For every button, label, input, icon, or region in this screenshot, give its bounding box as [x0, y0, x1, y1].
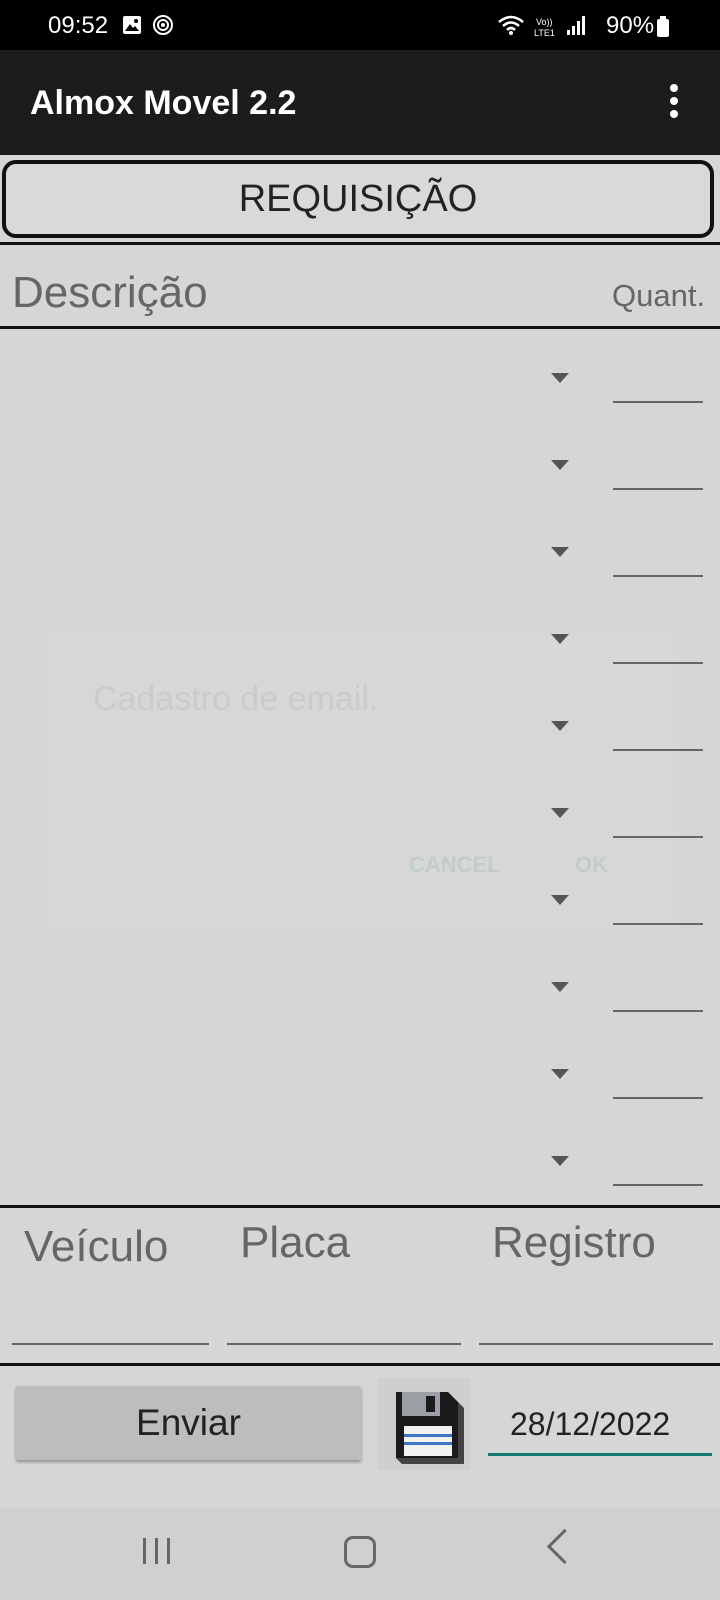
vehicle-label: Veículo — [24, 1222, 169, 1271]
dropdown-arrow-icon[interactable] — [551, 721, 569, 731]
item-select[interactable] — [12, 525, 532, 565]
item-row — [0, 853, 720, 939]
image-icon — [122, 14, 142, 42]
quantity-field[interactable] — [613, 1010, 703, 1012]
item-row — [0, 1027, 720, 1113]
registry-field[interactable] — [479, 1343, 713, 1345]
app-title: Almox Movel 2.2 — [30, 84, 297, 122]
description-header: Descrição — [12, 268, 208, 317]
quantity-field[interactable] — [613, 1097, 703, 1099]
dropdown-arrow-icon[interactable] — [551, 1069, 569, 1079]
signal-icon — [566, 14, 586, 43]
item-select[interactable] — [12, 699, 532, 739]
volte-icon: Vo)) LTE1 — [534, 16, 562, 45]
item-select[interactable] — [12, 351, 532, 391]
app-bar: Almox Movel 2.2 — [0, 50, 720, 155]
quantity-field[interactable] — [613, 749, 703, 751]
recent-apps-icon[interactable] — [143, 1538, 173, 1566]
more-vert-icon[interactable] — [662, 80, 686, 126]
item-row — [0, 505, 720, 591]
quantity-header: Quant. — [612, 278, 706, 313]
item-row — [0, 940, 720, 1026]
item-row — [0, 331, 720, 417]
dropdown-arrow-icon[interactable] — [551, 547, 569, 557]
quantity-field[interactable] — [613, 662, 703, 664]
date-underline — [488, 1453, 712, 1456]
quantity-field[interactable] — [613, 1184, 703, 1186]
dropdown-arrow-icon[interactable] — [551, 982, 569, 992]
date-field[interactable]: 28/12/2022 — [488, 1398, 712, 1456]
vehicle-field[interactable] — [12, 1343, 209, 1345]
quantity-field[interactable] — [613, 488, 703, 490]
item-row — [0, 679, 720, 765]
svg-text:LTE1: LTE1 — [534, 28, 555, 38]
divider — [0, 1363, 720, 1366]
plate-label: Placa — [240, 1218, 351, 1267]
dropdown-arrow-icon[interactable] — [551, 373, 569, 383]
item-row — [0, 592, 720, 678]
registry-label: Registro — [492, 1218, 656, 1267]
requisicao-button[interactable]: REQUISIÇÃO — [2, 160, 714, 238]
item-row — [0, 766, 720, 852]
divider — [0, 242, 720, 245]
dropdown-arrow-icon[interactable] — [551, 895, 569, 905]
quantity-field[interactable] — [613, 401, 703, 403]
battery-icon — [656, 16, 670, 45]
dropdown-arrow-icon[interactable] — [551, 808, 569, 818]
dropdown-arrow-icon[interactable] — [551, 634, 569, 644]
item-row — [0, 1114, 720, 1200]
item-select[interactable] — [12, 1134, 532, 1174]
target-icon — [152, 14, 174, 43]
wifi-icon — [496, 14, 526, 43]
item-row — [0, 418, 720, 504]
dropdown-arrow-icon[interactable] — [551, 460, 569, 470]
system-nav-bar — [0, 1508, 720, 1600]
divider — [0, 326, 720, 329]
home-icon[interactable] — [344, 1536, 376, 1568]
send-button[interactable]: Enviar — [16, 1386, 361, 1460]
quantity-field[interactable] — [613, 575, 703, 577]
plate-field[interactable] — [227, 1343, 461, 1345]
item-select[interactable] — [12, 612, 532, 652]
floppy-disk-icon[interactable] — [378, 1378, 470, 1470]
item-select[interactable] — [12, 873, 532, 913]
status-bar: 09:52 Vo)) LTE1 90% — [0, 0, 720, 50]
divider — [0, 1205, 720, 1208]
item-select[interactable] — [12, 960, 532, 1000]
back-icon[interactable] — [546, 1528, 583, 1565]
quantity-field[interactable] — [613, 923, 703, 925]
battery-level: 90% — [606, 12, 655, 39]
item-select[interactable] — [12, 438, 532, 478]
date-value: 28/12/2022 — [510, 1406, 671, 1442]
quantity-field[interactable] — [613, 836, 703, 838]
status-time: 09:52 — [48, 12, 109, 39]
item-select[interactable] — [12, 786, 532, 826]
item-select[interactable] — [12, 1047, 532, 1087]
dropdown-arrow-icon[interactable] — [551, 1156, 569, 1166]
svg-text:Vo)): Vo)) — [536, 17, 553, 27]
